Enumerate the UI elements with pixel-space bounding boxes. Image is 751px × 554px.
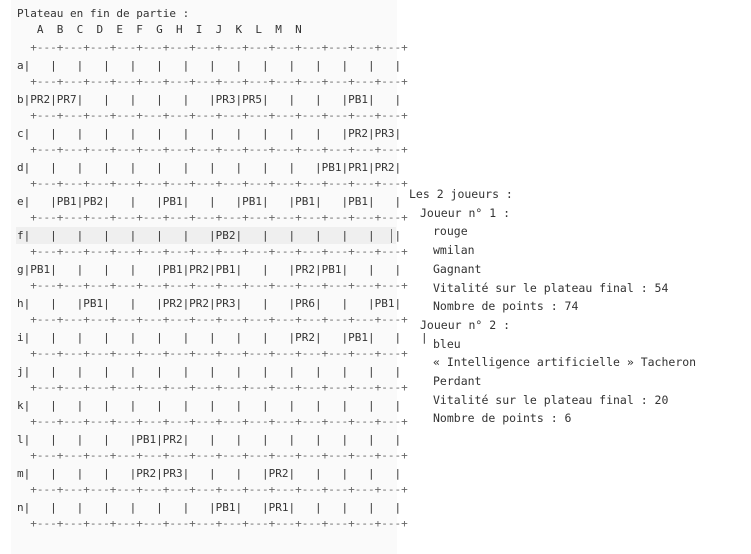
- row-separator: +---+---+---+---+---+---+---+---+---+---…: [17, 41, 408, 54]
- row-separator: +---+---+---+---+---+---+---+---+---+---…: [17, 517, 408, 530]
- player-1-points: Nombre de points : 74: [433, 299, 579, 314]
- row-separator: +---+---+---+---+---+---+---+---+---+---…: [17, 245, 408, 258]
- text-cursor: [391, 229, 392, 243]
- row-separator: +---+---+---+---+---+---+---+---+---+---…: [17, 109, 408, 122]
- row-separator: +---+---+---+---+---+---+---+---+---+---…: [17, 177, 408, 190]
- board-row-i: i| | | | | | | | | | |PR2| |PB1| | |: [17, 331, 428, 344]
- board-row-k: k| | | | | | | | | | | | | | |: [17, 399, 402, 412]
- column-headers: A B C D E F G H I J K L M N: [17, 23, 309, 36]
- row-separator: +---+---+---+---+---+---+---+---+---+---…: [17, 483, 408, 496]
- board-row-f: f| | | | | | | |PB2| | | | | | |: [17, 229, 402, 242]
- board-row-b: b|PR2|PR7| | | | | |PR3|PR5| | | |PB1| |: [17, 93, 402, 106]
- player-1-vitality: Vitalité sur le plateau final : 54: [433, 280, 669, 295]
- board-row-m: m| | | | |PR2|PR3| | | |PR2| | | | |: [17, 467, 402, 480]
- board-row-h: h| | |PB1| | |PR2|PR2|PR3| | |PR6| | |PB…: [17, 297, 402, 310]
- player-2-color: bleu: [433, 336, 461, 351]
- board-row-j: j| | | | | | | | | | | | | | |: [17, 365, 402, 378]
- player-2-vitality: Vitalité sur le plateau final : 20: [433, 392, 669, 407]
- player-1-result: Gagnant: [433, 261, 482, 276]
- row-separator: +---+---+---+---+---+---+---+---+---+---…: [17, 347, 408, 360]
- player-1-color: rouge: [433, 224, 468, 239]
- row-separator: +---+---+---+---+---+---+---+---+---+---…: [17, 449, 408, 462]
- player-1-name: wmilan: [433, 243, 475, 258]
- board-row-a: a| | | | | | | | | | | | | | |: [17, 59, 402, 72]
- row-separator: +---+---+---+---+---+---+---+---+---+---…: [17, 75, 408, 88]
- player-2-points: Nombre de points : 6: [433, 411, 572, 426]
- board-row-l: l| | | | |PB1|PR2| | | | | | | | |: [17, 433, 402, 446]
- board-row-c: c| | | | | | | | | | | | |PR2|PR3|: [17, 127, 402, 140]
- board-row-g: g|PB1| | | | |PB1|PR2|PB1| | |PR2|PB1| |…: [17, 263, 402, 276]
- row-separator: +---+---+---+---+---+---+---+---+---+---…: [17, 381, 408, 394]
- row-separator: +---+---+---+---+---+---+---+---+---+---…: [17, 279, 408, 292]
- board-title: Plateau en fin de partie :: [17, 7, 190, 20]
- board-row-d: d| | | | | | | | | | | |PB1|PR1|PR2|: [17, 161, 402, 174]
- players-heading: Les 2 joueurs :: [409, 187, 513, 201]
- board-row-e: e| |PB1|PB2| | |PB1| | |PB1| |PB1| |PB1|…: [17, 195, 402, 208]
- player-2-name: « Intelligence artificielle » Tacheron: [433, 355, 697, 370]
- board-row-n: n| | | | | | | |PB1| |PR1| | | | |: [17, 501, 402, 514]
- row-separator: +---+---+---+---+---+---+---+---+---+---…: [17, 211, 408, 224]
- row-separator: +---+---+---+---+---+---+---+---+---+---…: [17, 143, 408, 156]
- row-separator: +---+---+---+---+---+---+---+---+---+---…: [17, 313, 408, 326]
- players-info: Les 2 joueurs : Joueur n° 1 : rouge wmil…: [409, 185, 696, 428]
- row-separator: +---+---+---+---+---+---+---+---+---+---…: [17, 415, 408, 428]
- player-2-result: Perdant: [433, 374, 482, 389]
- player-1-title: Joueur n° 1 :: [420, 205, 511, 220]
- player-2-title: Joueur n° 2 :: [420, 317, 511, 332]
